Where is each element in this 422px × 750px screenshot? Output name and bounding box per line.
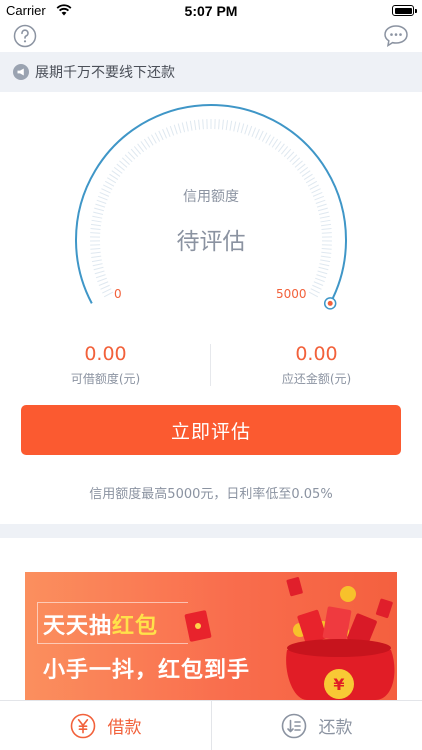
due-amount: 0.00 应还金额(元) bbox=[211, 340, 422, 387]
banner-title-highlight: 红包 bbox=[112, 614, 159, 639]
amount-summary: 0.00 可借额度(元) 0.00 应还金额(元) bbox=[0, 340, 422, 392]
due-amount-value: 0.00 bbox=[295, 343, 338, 365]
notice-bar[interactable]: 展期千万不要线下还款 bbox=[0, 52, 422, 92]
banner-title: 天天抽红包 bbox=[43, 608, 158, 640]
available-amount: 0.00 可借额度(元) bbox=[0, 340, 211, 387]
section-separator bbox=[0, 524, 422, 538]
status-bar: Carrier 5:07 PM bbox=[0, 0, 422, 22]
gauge-max-label: 5000 bbox=[276, 287, 307, 301]
credit-hint: 信用额度最高5000元，日利率低至0.05% bbox=[89, 487, 333, 502]
tab-borrow[interactable]: 借款 bbox=[0, 701, 211, 750]
yuan-circle-icon bbox=[70, 713, 95, 738]
available-amount-label: 可借额度(元) bbox=[70, 372, 141, 386]
svg-text:¥: ¥ bbox=[333, 675, 344, 694]
evaluate-button[interactable]: 立即评估 bbox=[21, 405, 401, 455]
gauge-value: 待评估 bbox=[176, 229, 246, 255]
chat-bubble-icon[interactable] bbox=[383, 24, 409, 48]
question-circle-icon[interactable] bbox=[13, 24, 37, 48]
tab-repay[interactable]: 还款 bbox=[211, 701, 422, 750]
red-packet-banner[interactable]: ¥ 天天抽红包 小手一抖，红包到手 bbox=[25, 572, 397, 700]
banner-title-prefix: 天天抽 bbox=[43, 614, 113, 639]
tab-bar: 借款 还款 bbox=[0, 700, 422, 750]
available-amount-value: 0.00 bbox=[84, 343, 127, 365]
credit-gauge bbox=[75, 104, 347, 310]
gauge-min-label: 0 bbox=[114, 287, 122, 301]
gauge-title: 信用额度 bbox=[183, 189, 239, 205]
tab-repay-label: 还款 bbox=[318, 718, 353, 738]
clock: 5:07 PM bbox=[184, 3, 238, 19]
notice-text: 展期千万不要线下还款 bbox=[35, 65, 175, 81]
banner-subtitle: 小手一抖，红包到手 bbox=[43, 658, 251, 683]
repay-list-icon bbox=[281, 713, 306, 738]
due-amount-label: 应还金额(元) bbox=[281, 372, 352, 386]
gauge-ticks bbox=[89, 119, 333, 298]
megaphone-icon bbox=[13, 64, 29, 80]
tab-borrow-label: 借款 bbox=[107, 718, 142, 738]
gauge-indicator-dot bbox=[327, 300, 333, 306]
battery-icon bbox=[392, 5, 417, 16]
